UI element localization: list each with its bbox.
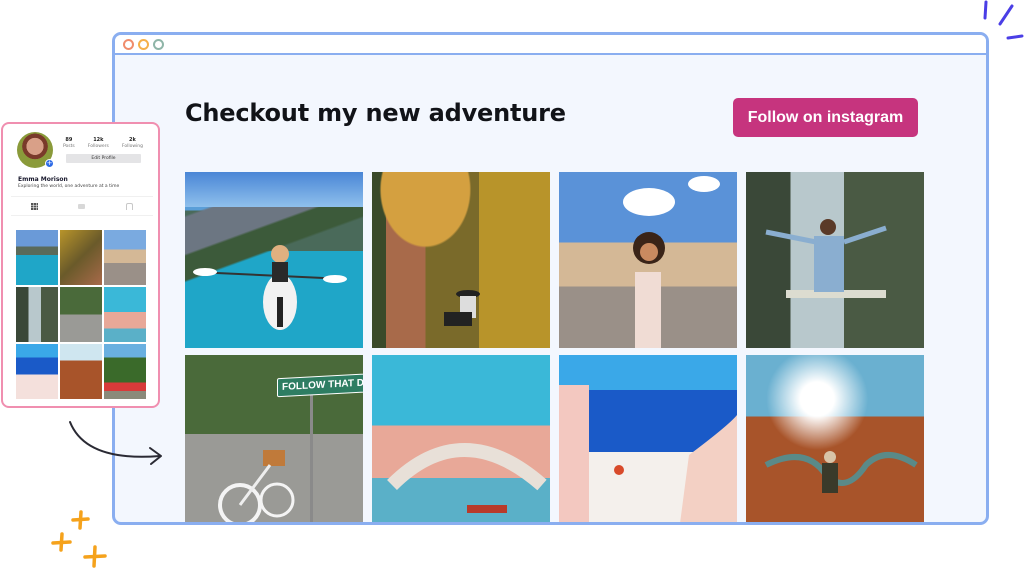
photo-gallery: FOLLOW THAT DREAM — [185, 172, 924, 522]
gallery-photo-waterfall-swing[interactable] — [746, 172, 924, 348]
hiker-figure — [764, 451, 918, 493]
gallery-photo-canyon[interactable] — [746, 355, 924, 522]
stat-value: 89 — [65, 137, 73, 143]
stat-label: Followers — [87, 144, 109, 149]
browser-title-bar — [115, 35, 986, 55]
window-maximize-button[interactable] — [153, 38, 164, 50]
thumbnail[interactable] — [60, 287, 102, 342]
tagged-icon[interactable] — [125, 202, 133, 210]
stat-posts[interactable]: 89 Posts — [63, 137, 75, 149]
gallery-photo-st-peters-square[interactable] — [559, 172, 737, 348]
gallery-photo-bicycle-sign[interactable]: FOLLOW THAT DREAM — [185, 355, 363, 522]
profile-stats: 89 Posts 12k Followers 2k Following — [63, 137, 143, 149]
swing-figure — [765, 219, 887, 298]
reels-icon[interactable] — [78, 203, 86, 209]
stat-value: 2k — [129, 137, 136, 143]
kayak-figure — [193, 245, 347, 330]
gallery-photo-kayak[interactable] — [185, 172, 363, 348]
thumbnail[interactable] — [104, 344, 146, 399]
gallery-photo-cliff-forest[interactable] — [372, 172, 550, 348]
add-story-icon[interactable]: + — [45, 159, 54, 168]
thumbnail[interactable] — [16, 344, 58, 399]
stat-value: 12k — [93, 137, 104, 143]
stat-label: Posts — [63, 144, 75, 149]
thumbnail[interactable] — [60, 230, 102, 285]
stat-following[interactable]: 2k Following — [122, 137, 143, 149]
thumbnail[interactable] — [104, 287, 146, 342]
page-title: Checkout my new adventure — [185, 99, 566, 127]
thumbnail[interactable] — [16, 230, 58, 285]
thumbnail[interactable] — [60, 344, 102, 399]
curved-arrow-icon — [69, 421, 162, 465]
window-minimize-button[interactable] — [138, 38, 149, 50]
stat-followers[interactable]: 12k Followers — [88, 137, 109, 149]
profile-tabs — [11, 196, 153, 216]
gallery-photo-venice[interactable] — [372, 355, 550, 522]
gallery-photo-santorini[interactable] — [559, 355, 737, 522]
sparkle-plus-icon — [51, 510, 107, 568]
profile-name: Emma Morison — [18, 176, 68, 183]
grid-icon[interactable] — [31, 202, 39, 210]
edit-profile-button[interactable]: Edit Profile — [66, 154, 141, 163]
thumbnail[interactable] — [16, 287, 58, 342]
woman-figure — [623, 176, 720, 348]
bicycle-figure — [218, 450, 295, 522]
browser-window: Checkout my new adventure Follow on inst… — [112, 32, 989, 525]
profile-bio: Exploring the world, one adventure at a … — [18, 184, 120, 189]
follow-on-instagram-button[interactable]: Follow on instagram — [733, 98, 918, 137]
hiker-sitting-figure — [444, 290, 480, 326]
profile-thumbnail-grid — [16, 230, 146, 399]
instagram-profile-card: + 89 Posts 12k Followers 2k Following Ed… — [1, 122, 160, 408]
stat-label: Following — [121, 144, 143, 149]
thumbnail[interactable] — [104, 230, 146, 285]
window-close-button[interactable] — [123, 38, 134, 50]
bridge-figure — [387, 443, 547, 513]
santorini-walls — [559, 385, 737, 522]
